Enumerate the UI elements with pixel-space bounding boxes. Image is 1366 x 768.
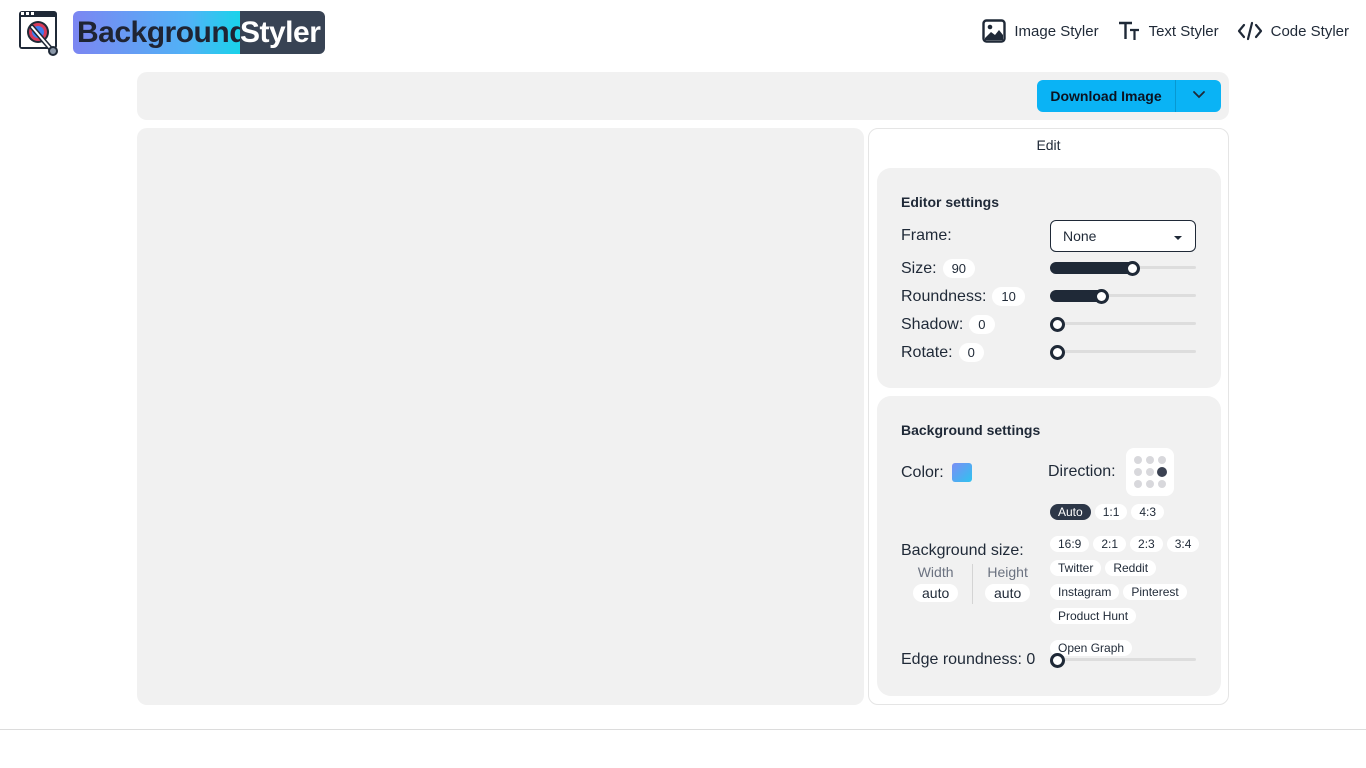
- edit-panel: Edit Editor settings Frame: None Size: 9…: [868, 128, 1229, 705]
- direction-label: Direction:: [1048, 463, 1116, 480]
- background-size-label: Background size:: [901, 542, 1024, 559]
- download-image-button[interactable]: Download Image: [1037, 80, 1176, 112]
- background-settings-title: Background settings: [901, 422, 1041, 438]
- download-options-button[interactable]: [1176, 80, 1221, 112]
- rotate-label-text: Rotate:: [901, 343, 953, 361]
- shadow-slider[interactable]: [1050, 317, 1196, 332]
- nav-image-styler-label: Image Styler: [1014, 22, 1099, 40]
- header: Background Styler Image Styler Text Style…: [0, 0, 1366, 64]
- height-input[interactable]: auto: [985, 584, 1031, 602]
- logo-part2: Styler: [240, 11, 325, 54]
- direction-picker[interactable]: [1126, 448, 1174, 496]
- background-settings-card: Background settings Color: Direction: Ba…: [877, 396, 1221, 696]
- width-caption: Width: [917, 564, 954, 580]
- slider-thumb[interactable]: [1125, 261, 1140, 276]
- frame-label: Frame:: [901, 227, 952, 244]
- image-icon: [982, 19, 1007, 43]
- size-value: 90: [942, 259, 976, 278]
- size-label-text: Size:: [901, 259, 937, 277]
- shadow-label: Shadow: 0: [901, 315, 995, 334]
- tab-edit[interactable]: Edit: [869, 137, 1228, 153]
- direction-dot[interactable]: [1158, 456, 1166, 464]
- direction-dot[interactable]: [1146, 468, 1154, 476]
- ratio-16-9[interactable]: 16:9: [1050, 536, 1090, 552]
- ratio-1-1[interactable]: 1:1: [1094, 504, 1128, 520]
- text-icon: [1117, 19, 1141, 43]
- slider-thumb[interactable]: [1050, 653, 1065, 668]
- direction-dot[interactable]: [1134, 468, 1142, 476]
- ratio-twitter[interactable]: Twitter: [1050, 560, 1102, 576]
- logo-icon[interactable]: [18, 10, 65, 57]
- direction-dot[interactable]: [1146, 480, 1154, 488]
- top-nav: Image Styler Text Styler Code Styler: [982, 19, 1349, 43]
- edge-roundness-slider[interactable]: [1050, 653, 1196, 668]
- slider-track: [1050, 350, 1196, 353]
- direction-dot[interactable]: [1146, 456, 1154, 464]
- ratio-product-hunt[interactable]: Product Hunt: [1050, 608, 1137, 624]
- editor-settings-title: Editor settings: [901, 194, 1000, 210]
- preview-canvas[interactable]: [137, 128, 864, 705]
- edge-roundness-label: Edge roundness: 0: [901, 651, 1036, 668]
- code-icon: [1237, 21, 1263, 41]
- roundness-label-text: Roundness:: [901, 287, 987, 305]
- ratio-3-4[interactable]: 3:4: [1166, 536, 1200, 552]
- slider-thumb[interactable]: [1050, 317, 1065, 332]
- toolbar: Download Image: [137, 72, 1229, 120]
- direction-dot[interactable]: [1134, 456, 1142, 464]
- rotate-value: 0: [958, 343, 984, 362]
- editor-settings-card: Editor settings Frame: None Size: 90 Rou…: [877, 168, 1221, 388]
- chevron-down-icon: [1192, 87, 1206, 105]
- shadow-value: 0: [969, 315, 995, 334]
- ratio-2-3[interactable]: 2:3: [1130, 536, 1163, 552]
- nav-code-styler[interactable]: Code Styler: [1237, 21, 1349, 41]
- slider-thumb[interactable]: [1050, 345, 1065, 360]
- ratio-4-3[interactable]: 4:3: [1131, 504, 1165, 520]
- color-label-text: Color:: [901, 463, 944, 481]
- nav-image-styler[interactable]: Image Styler: [982, 19, 1099, 43]
- shadow-label-text: Shadow:: [901, 315, 964, 333]
- frame-select[interactable]: None: [1050, 220, 1196, 252]
- ratio-auto[interactable]: Auto: [1050, 504, 1091, 520]
- height-caption: Height: [987, 564, 1028, 580]
- slider-thumb[interactable]: [1094, 289, 1109, 304]
- ratio-reddit[interactable]: Reddit: [1105, 560, 1157, 576]
- footer-divider: [0, 729, 1366, 730]
- color-label: Color:: [901, 463, 972, 482]
- roundness-slider[interactable]: [1050, 289, 1196, 304]
- divider: [972, 564, 973, 604]
- caret-down-icon: [1173, 228, 1183, 244]
- logo-part1: Background: [73, 11, 248, 54]
- nav-text-styler[interactable]: Text Styler: [1117, 19, 1219, 43]
- roundness-label: Roundness: 10: [901, 287, 1025, 306]
- ratio-pinterest[interactable]: Pinterest: [1123, 584, 1187, 600]
- frame-select-value: None: [1063, 228, 1097, 244]
- download-button-group: Download Image: [1037, 80, 1221, 112]
- rotate-label: Rotate: 0: [901, 343, 984, 362]
- height-group: Height auto: [985, 564, 1031, 602]
- roundness-value: 10: [992, 287, 1025, 306]
- ratio-2-1[interactable]: 2:1: [1093, 536, 1127, 552]
- ratio-options: Auto 1:1 4:3 16:9 2:1 2:3 3:4 Twitter Re…: [1050, 504, 1200, 656]
- size-slider[interactable]: [1050, 261, 1196, 276]
- slider-track: [1050, 658, 1196, 661]
- color-swatch[interactable]: [951, 463, 972, 482]
- direction-dot[interactable]: [1158, 480, 1166, 488]
- width-input[interactable]: auto: [913, 584, 959, 602]
- logo-wordmark[interactable]: Background Styler: [73, 11, 325, 54]
- nav-code-styler-label: Code Styler: [1270, 22, 1349, 40]
- slider-track: [1050, 322, 1196, 325]
- direction-dot[interactable]: [1134, 480, 1142, 488]
- rotate-slider[interactable]: [1050, 345, 1196, 360]
- direction-dot-active[interactable]: [1157, 467, 1167, 477]
- width-group: Width auto: [913, 564, 959, 602]
- ratio-instagram[interactable]: Instagram: [1050, 584, 1120, 600]
- nav-text-styler-label: Text Styler: [1148, 22, 1219, 40]
- size-label: Size: 90: [901, 259, 976, 278]
